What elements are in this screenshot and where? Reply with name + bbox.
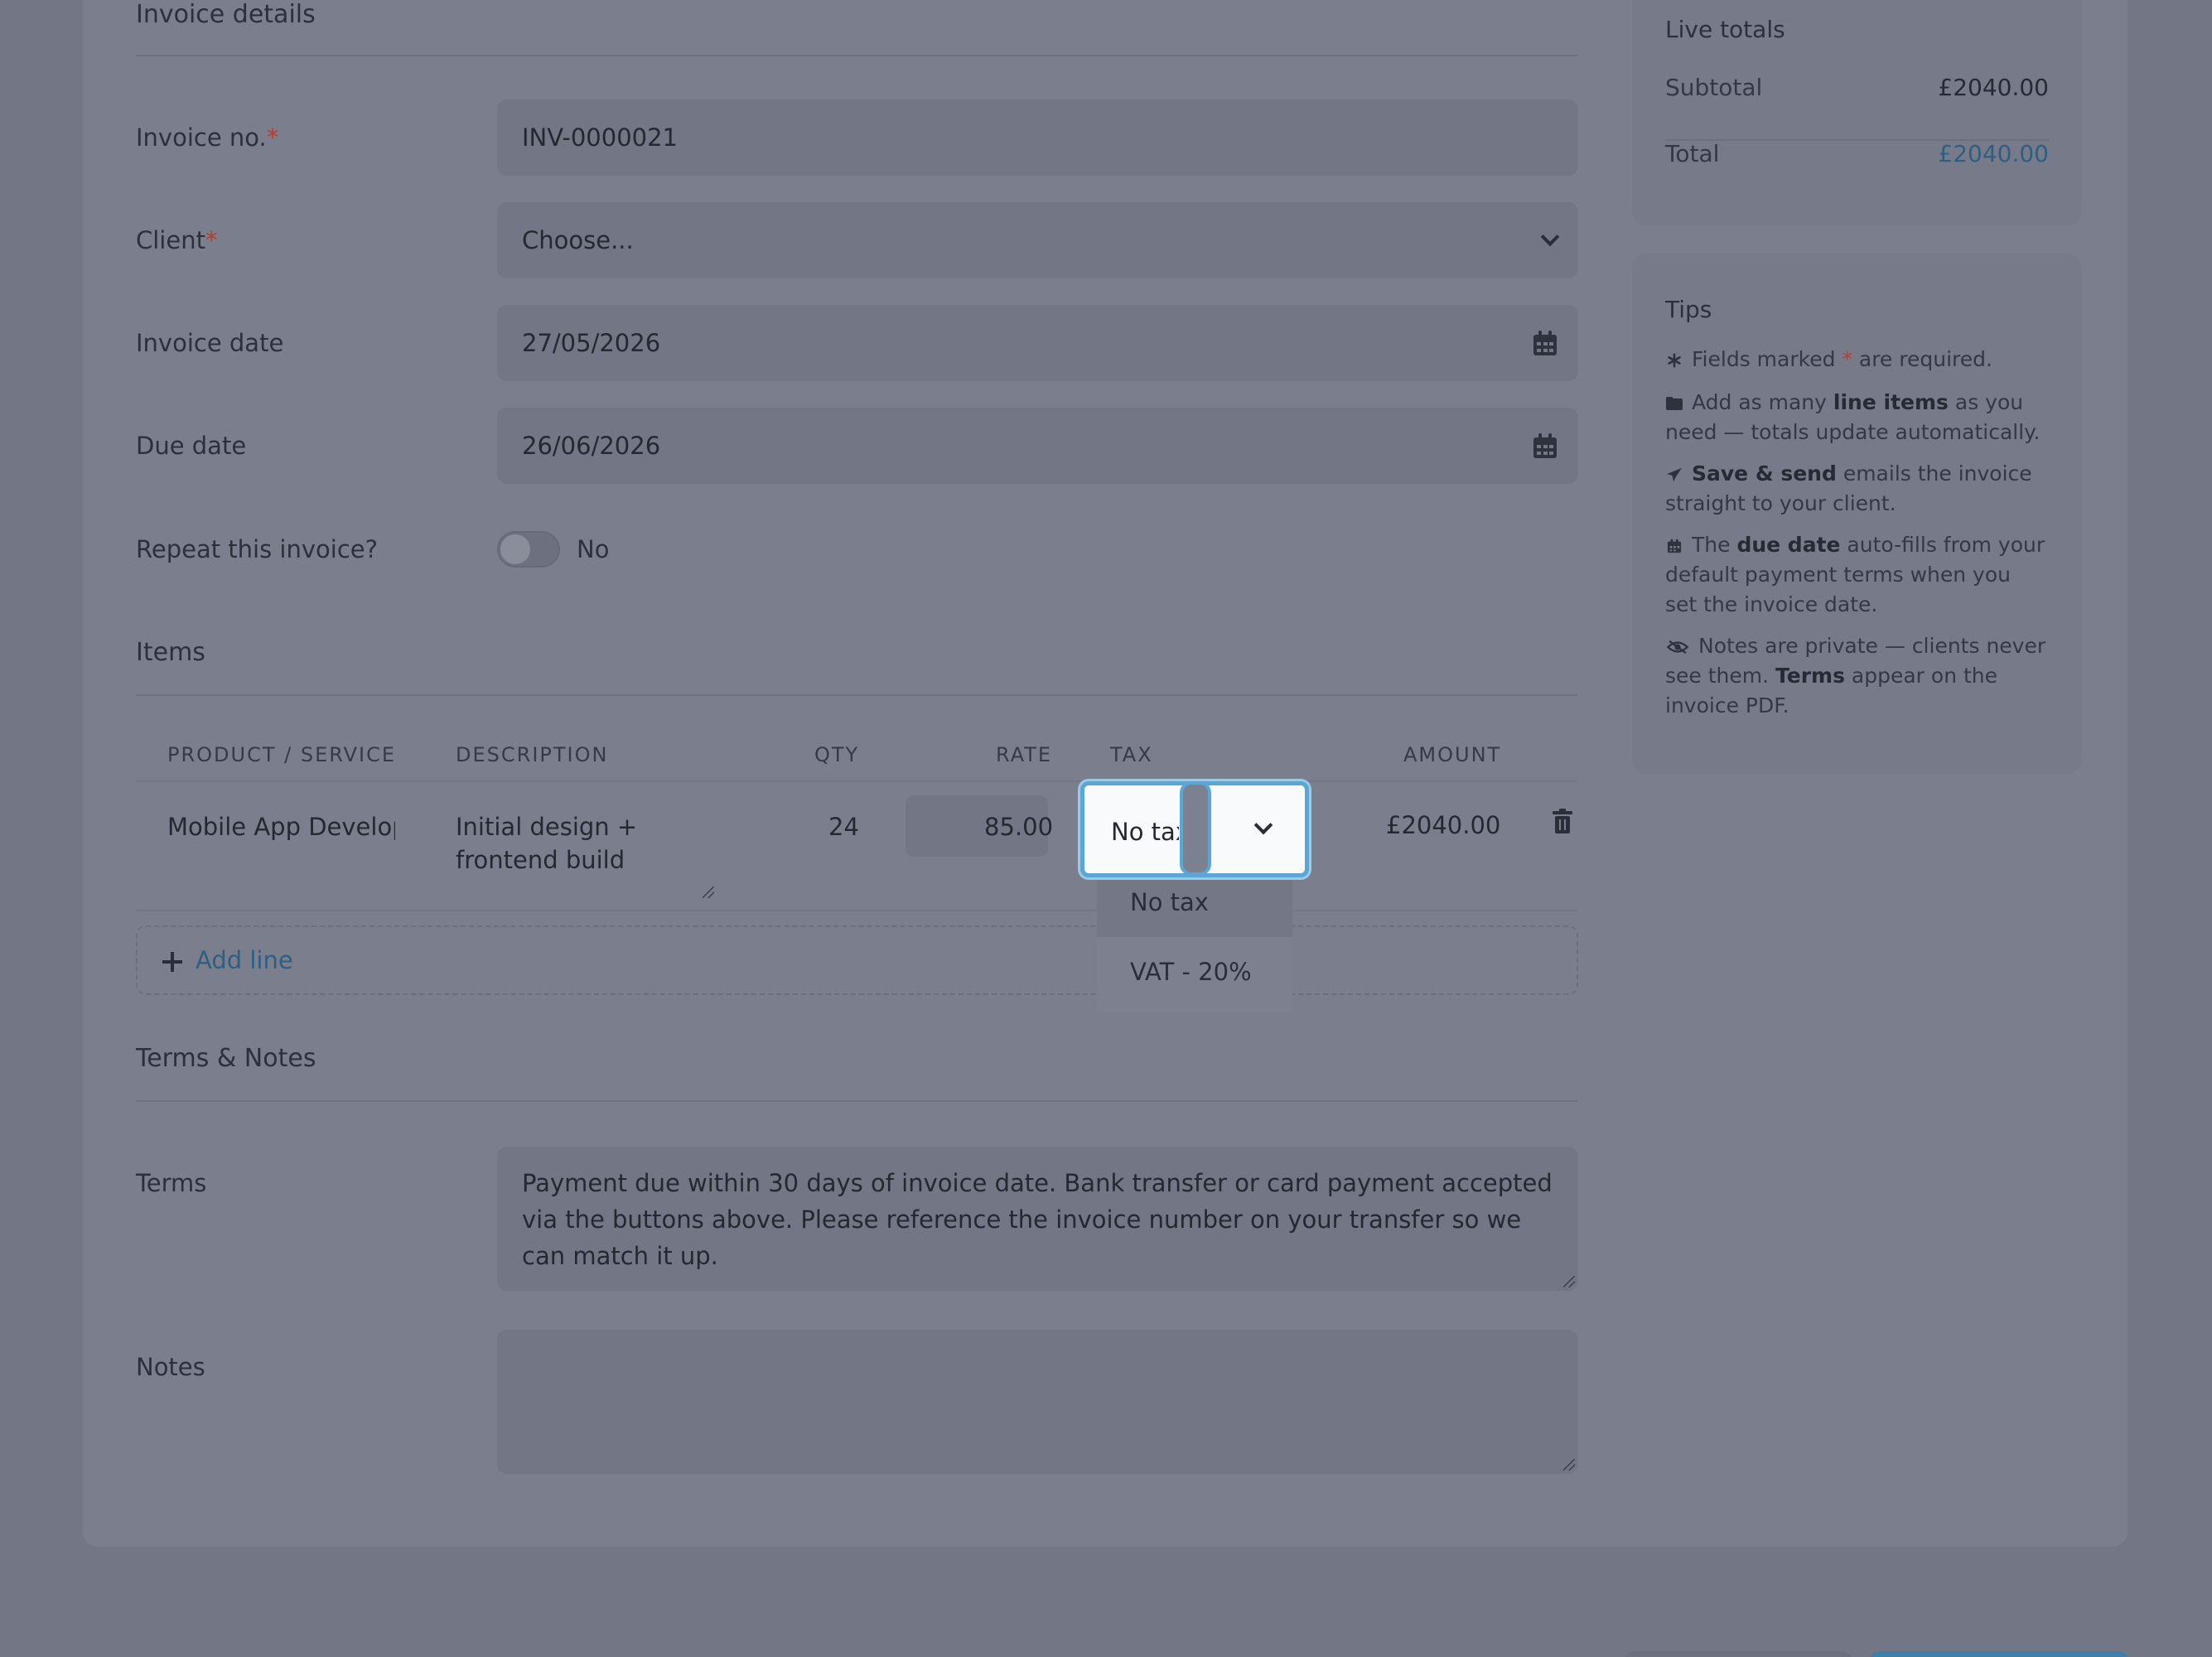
subtotal-value: £2040.00 — [1938, 74, 2049, 101]
subtotal-row: Subtotal £2040.00 — [1665, 71, 2049, 104]
tip-due-date: The due date auto-fills from your defaul… — [1665, 530, 2048, 620]
line-item-description-line: frontend build — [456, 846, 625, 874]
tip-emphasis: due date — [1736, 533, 1841, 557]
tax-options-list: No tax VAT - 20% — [1097, 864, 1292, 1013]
eye-slash-icon — [1666, 640, 1689, 655]
total-value: £2040.00 — [1938, 140, 2049, 167]
invoice-date-value: 27/05/2026 — [522, 329, 661, 357]
terms-text: Payment due within 30 days of invoice da… — [522, 1169, 1553, 1270]
tips-card: Tips Fields marked * are required. Add a… — [1632, 254, 2082, 774]
column-header-amount: AMOUNT — [1403, 743, 1502, 766]
toggle-knob — [500, 534, 530, 564]
line-item-description-line: Initial design + — [456, 813, 638, 841]
tip-notes-private: Notes are private — clients never see th… — [1665, 631, 2048, 721]
tax-option-no-tax[interactable]: No tax — [1097, 867, 1292, 937]
trash-icon[interactable] — [1553, 809, 1572, 833]
calendar-icon[interactable] — [1533, 331, 1557, 355]
chevron-down-icon — [1540, 227, 1560, 247]
client-label: Client* — [136, 224, 217, 257]
tip-text: Fields marked — [1692, 347, 1843, 371]
calendar-icon — [1667, 539, 1682, 553]
repeat-invoice-toggle[interactable] — [497, 531, 560, 568]
invoice-no-label: Invoice no.* — [136, 121, 278, 154]
divider — [136, 694, 1577, 696]
line-item-description-input[interactable]: Initial design + frontend build — [456, 810, 721, 898]
terms-notes-heading: Terms & Notes — [136, 1044, 316, 1073]
tip-text: are required. — [1852, 347, 1992, 371]
required-mark: * — [266, 123, 279, 152]
paper-plane-icon — [1667, 467, 1682, 482]
primary-action-button[interactable] — [1869, 1651, 2130, 1657]
client-select-value: Choose... — [522, 226, 634, 254]
required-mark: * — [205, 226, 218, 254]
items-heading: Items — [136, 638, 205, 667]
terms-label: Terms — [136, 1169, 207, 1197]
tip-text: Add as many — [1692, 390, 1833, 414]
invoice-details-heading: Invoice details — [136, 0, 316, 29]
invoice-date-input[interactable]: 27/05/2026 — [497, 305, 1578, 381]
invoice-date-label: Invoice date — [136, 329, 284, 357]
total-label: Total — [1665, 140, 1720, 167]
tip-required-fields: Fields marked * are required. — [1665, 345, 2048, 374]
line-item-rate-value: 85.00 — [984, 813, 1054, 841]
asterisk-icon — [1668, 353, 1681, 368]
live-totals-title: Live totals — [1665, 16, 1785, 43]
resize-handle[interactable] — [703, 886, 714, 898]
line-item-product-input[interactable]: Mobile App Develop — [167, 810, 395, 843]
secondary-action-button[interactable] — [1624, 1651, 1852, 1657]
column-header-rate: RATE — [996, 743, 1053, 766]
scrollbar-thumb[interactable] — [1180, 781, 1211, 876]
due-date-label: Due date — [136, 432, 247, 460]
line-item-qty-input[interactable]: 24 — [828, 810, 859, 843]
tip-emphasis: line items — [1833, 390, 1949, 414]
repeat-invoice-label: Repeat this invoice? — [136, 535, 379, 563]
folder-icon — [1666, 397, 1683, 410]
live-totals-card: Live totals Subtotal £2040.00 Total £204… — [1632, 0, 2082, 225]
line-item-amount: £2040.00 — [1386, 811, 1501, 839]
column-header-qty: QTY — [814, 743, 860, 766]
tips-title: Tips — [1665, 296, 1712, 323]
invoice-no-input[interactable]: INV-0000021 — [497, 99, 1578, 176]
column-header-description: DESCRIPTION — [456, 743, 609, 766]
divider — [136, 910, 1577, 911]
add-line-label: Add line — [196, 946, 293, 974]
terms-textarea[interactable]: Payment due within 30 days of invoice da… — [497, 1147, 1578, 1291]
repeat-invoice-state: No — [577, 535, 610, 563]
required-mark: * — [1842, 347, 1852, 371]
chevron-down-icon — [1253, 815, 1273, 835]
tip-save-send: Save & send emails the invoice straight … — [1665, 459, 2048, 519]
due-date-value: 26/06/2026 — [522, 432, 661, 460]
tax-select-value: No tax — [1111, 818, 1179, 846]
resize-handle[interactable] — [1563, 1276, 1575, 1287]
tip-emphasis: Save & send — [1692, 461, 1837, 486]
subtotal-label: Subtotal — [1665, 74, 1763, 101]
notes-textarea[interactable] — [497, 1330, 1578, 1474]
calendar-icon[interactable] — [1533, 433, 1557, 458]
notes-label: Notes — [136, 1353, 205, 1381]
divider — [136, 1100, 1577, 1102]
resize-handle[interactable] — [1563, 1459, 1575, 1471]
invoice-date-trail — [1533, 305, 1557, 381]
invoice-no-value: INV-0000021 — [522, 123, 679, 152]
due-date-trail — [1533, 408, 1557, 484]
client-label-text: Client — [136, 226, 205, 254]
client-select[interactable]: Choose... — [497, 202, 1578, 278]
divider — [136, 780, 1577, 782]
invoice-editor-page: Invoice details Invoice no.* INV-0000021… — [0, 0, 2212, 1657]
plus-icon — [162, 952, 182, 972]
column-header-tax: TAX — [1110, 743, 1153, 766]
tip-line-items: Add as many line items as you need — tot… — [1665, 388, 2048, 447]
due-date-input[interactable]: 26/06/2026 — [497, 408, 1578, 484]
divider — [136, 55, 1577, 56]
tax-option-vat-20[interactable]: VAT - 20% — [1097, 937, 1292, 1007]
column-header-product: PRODUCT / SERVICE — [167, 743, 397, 766]
tip-emphasis: Terms — [1775, 664, 1845, 688]
client-select-trail — [1540, 202, 1560, 278]
add-line-button[interactable]: Add line — [136, 925, 1578, 995]
tip-text: The — [1692, 533, 1737, 557]
invoice-no-label-text: Invoice no. — [136, 123, 267, 152]
